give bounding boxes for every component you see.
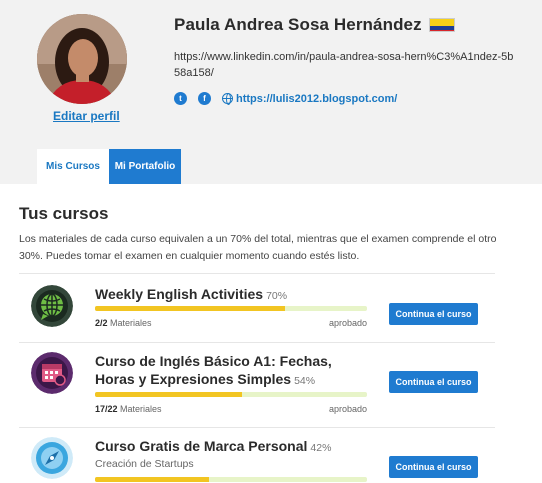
tab-mis-cursos[interactable]: Mis Cursos	[37, 149, 109, 184]
profile-header: Editar perfil Paula Andrea Sosa Hernánde…	[0, 0, 542, 184]
progress-bar	[95, 392, 367, 397]
edit-profile-link[interactable]: Editar perfil	[53, 109, 120, 123]
progress-fill	[95, 392, 242, 397]
continue-course-button[interactable]: Continua el curso	[389, 371, 478, 393]
status-label: aprobado	[328, 404, 367, 414]
materials-done: 2/2	[95, 318, 108, 328]
profile-name-text: Paula Andrea Sosa Hernández	[174, 15, 422, 34]
progress-fill	[95, 477, 210, 482]
materials-count: 2/2 Materiales	[95, 318, 152, 328]
globe-icon	[222, 93, 233, 105]
progress-bar	[95, 477, 367, 482]
section-description: Los materiales de cada curso equivalen a…	[19, 233, 497, 262]
globe-chat-icon	[31, 285, 73, 327]
facebook-icon[interactable]: f	[198, 92, 211, 105]
course-card: Curso Gratis de Marca Personal 42% Creaci…	[19, 427, 495, 483]
calendar-icon	[31, 352, 73, 394]
course-title-text[interactable]: Weekly English Activities	[95, 286, 263, 302]
social-links: t f https://lulis2012.blogspot.com/	[174, 92, 397, 105]
status-label: aprobado	[328, 318, 367, 328]
colombia-flag-icon	[428, 18, 455, 32]
course-title[interactable]: Weekly English Activities 70%	[95, 285, 365, 305]
tab-mi-portafolio[interactable]: Mi Portafolio	[109, 149, 181, 184]
course-card: Weekly English Activities 70% 2/2 Materia…	[19, 273, 495, 339]
profile-name: Paula Andrea Sosa Hernández	[174, 15, 455, 35]
course-title-text[interactable]: Curso Gratis de Marca Personal	[95, 438, 307, 454]
compass-icon	[31, 437, 73, 479]
materials-count: 17/22 Materiales	[95, 404, 162, 414]
twitter-icon[interactable]: t	[174, 92, 187, 105]
course-card: Curso de Inglés Básico A1: Fechas, Horas…	[19, 342, 495, 424]
course-title[interactable]: Curso Gratis de Marca Personal 42%	[95, 437, 365, 457]
progress-fill	[95, 306, 286, 311]
materials-done: 17/22	[95, 404, 118, 414]
continue-course-button[interactable]: Continua el curso	[389, 303, 478, 325]
continue-course-button[interactable]: Continua el curso	[389, 456, 478, 478]
blog-link[interactable]: https://lulis2012.blogspot.com/	[236, 93, 397, 105]
materials-label: Materiales	[120, 404, 162, 414]
avatar[interactable]	[37, 14, 127, 104]
avatar-photo	[37, 14, 127, 104]
course-subtitle: Creación de Startups	[95, 458, 194, 470]
linkedin-url[interactable]: https://www.linkedin.com/in/paula-andrea…	[174, 49, 519, 81]
course-title[interactable]: Curso de Inglés Básico A1: Fechas, Horas…	[95, 352, 365, 390]
progress-bar	[95, 306, 367, 311]
section-title: Tus cursos	[19, 204, 109, 223]
materials-label: Materiales	[110, 318, 152, 328]
course-percent: 42%	[310, 442, 332, 454]
course-percent: 70%	[266, 290, 288, 302]
course-percent: 54%	[294, 375, 316, 387]
